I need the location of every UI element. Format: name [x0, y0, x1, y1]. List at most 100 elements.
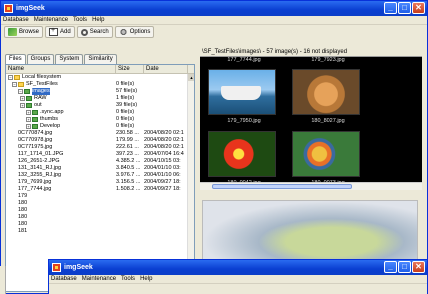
add-button[interactable]: Add [45, 26, 75, 38]
tree-row-date: 2004/07/04 16:4 [144, 151, 184, 157]
tree-row-name: − images [6, 88, 116, 95]
search-icon [80, 28, 88, 36]
cat-image [292, 69, 360, 115]
tree-row-size: 3.840.5 ... [116, 165, 141, 171]
expand-toggle-icon[interactable]: + [20, 103, 25, 108]
tree-row[interactable]: + RAW 1 file(s) [6, 95, 194, 102]
tree-row[interactable]: 131_3141_RJ.jpg 3.840.5 ... 2004/01/10 03: [6, 165, 194, 172]
tree-row[interactable]: 179_7699.jpg 3.156.5 ... 2004/09/27 18: [6, 179, 194, 186]
tree-row[interactable]: − Local filesystem [6, 74, 194, 81]
tree-row-name: + thumbs [6, 116, 116, 123]
menu-maintenance[interactable]: Maintenance [34, 17, 68, 23]
tree-row-date [144, 81, 184, 88]
menu-tools[interactable]: Tools [73, 17, 87, 23]
tree-row[interactable]: 180 [6, 214, 194, 221]
options-button[interactable]: Options [114, 26, 155, 38]
tree-row[interactable]: − SF_TestFiles 0 file(s) [6, 81, 194, 88]
expand-toggle-icon[interactable]: + [26, 117, 31, 122]
tree-row-name: + RAW [6, 95, 116, 102]
menu-database[interactable]: Database [3, 17, 29, 23]
thumb-caption-top-1: 177_7744.jpg [227, 57, 261, 63]
imgseek-app-icon [4, 4, 13, 13]
tree-row[interactable]: + .sync.app 0 file(s) [6, 109, 194, 116]
scroll-up-arrow[interactable]: ▲ [188, 74, 194, 81]
tree-row[interactable]: 0C771975.jpg 222.61 ... 2004/08/20 02:1 [6, 144, 194, 151]
tree-row-name: + Develop [6, 123, 116, 130]
tree-row[interactable]: 180 [6, 200, 194, 207]
tree-row-size: 4.385.2 ... [116, 158, 141, 164]
tab-files[interactable]: Files [5, 54, 26, 64]
search-button[interactable]: Search [76, 26, 113, 38]
tree-row[interactable]: + thumbs 0 file(s) [6, 116, 194, 123]
maximize-button[interactable]: □ [398, 2, 411, 14]
ship-image [208, 69, 276, 115]
tree-row-name: 0C770874.jpg [6, 130, 116, 137]
scroll-thumb[interactable] [212, 184, 352, 189]
tree-row-size: 1.508.2 ... [116, 186, 141, 192]
tab-system[interactable]: System [55, 54, 84, 64]
add-icon [49, 27, 59, 36]
tree-row-size: 0 file(s) [116, 123, 135, 129]
expand-toggle-icon[interactable]: − [12, 82, 17, 87]
tree-row-name: + .sync.app [6, 109, 116, 116]
expand-toggle-icon[interactable]: − [18, 89, 23, 94]
minimize-button[interactable]: _ [384, 261, 397, 273]
tree-row-label: 132_3255_RJ.jpg [18, 172, 62, 178]
expand-toggle-icon[interactable]: − [8, 75, 13, 80]
expand-toggle-icon[interactable]: + [26, 110, 31, 115]
tab-groups[interactable]: Groups [26, 54, 55, 64]
thumbnail-2[interactable]: 180_8027.jpg [288, 65, 368, 124]
tree-row-date: 2004/08/20 02:1 [144, 137, 184, 143]
tree-row[interactable]: + Develop 0 file(s) [6, 123, 194, 130]
tree-row-size: 397.23 ... [116, 151, 139, 157]
tree-rows: − Local filesystem − SF_TestFiles 0 file(s) −… [6, 74, 194, 235]
tree-row[interactable]: 126_2651-2.JPG 4.385.2 ... 2004/10/15 03: [6, 158, 194, 165]
tree-row[interactable]: 0C770874.jpg 230.58 ... 2004/08/20 02:1 [6, 130, 194, 137]
tab-similarity[interactable]: Similarity [84, 54, 117, 64]
tree-header: Name Size Date [6, 65, 194, 74]
menu-help[interactable]: Help [92, 17, 104, 23]
tree-row[interactable]: 117_1714_01.JPG 397.23 ... 2004/07/04 16:4 [6, 151, 194, 158]
tree-row[interactable]: + out 39 file(s) [6, 102, 194, 109]
expand-toggle-icon[interactable]: + [20, 96, 25, 101]
tree-row-date [144, 88, 184, 95]
flower-image [208, 131, 276, 177]
tree-row[interactable]: 181 [6, 228, 194, 235]
tree-row-size: 39 file(s) [116, 102, 138, 108]
maximize-button[interactable]: □ [398, 261, 411, 273]
column-size[interactable]: Size [116, 65, 144, 73]
tree-row-label: .sync.app [40, 109, 64, 115]
thumbnail-1[interactable]: 179_7950.jpg [204, 65, 284, 124]
tree-row[interactable]: − images 57 file(s) [6, 88, 194, 95]
file-tree: Name Size Date − Local filesystem − SF_Test… [5, 64, 195, 292]
browse-button[interactable]: Browse [4, 26, 44, 38]
tree-row[interactable]: 180 [6, 207, 194, 214]
column-date[interactable]: Date [144, 65, 188, 73]
tree-row[interactable]: 180 [6, 221, 194, 228]
tree-row-size: 57 file(s) [116, 88, 138, 94]
menu-help[interactable]: Help [140, 276, 152, 282]
search-title-bar[interactable]: imgSeek _ □ ✕ [49, 260, 427, 275]
tree-row[interactable]: 132_3255_RJ.jpg 3.976.7 ... 2004/01/10 06: [6, 172, 194, 179]
thumbnail-scrollbar[interactable] [200, 182, 422, 190]
tree-row[interactable]: 0C770978.jpg 179.99 ... 2004/08/20 02:1 [6, 137, 194, 144]
menu-database[interactable]: Database [51, 276, 77, 282]
tree-row-name: 132_3255_RJ.jpg [6, 172, 116, 179]
menu-tools[interactable]: Tools [121, 276, 135, 282]
tree-row-label: 0C770978.jpg [18, 137, 53, 143]
tree-row-name: 117_1714_01.JPG [6, 151, 116, 158]
main-title-bar[interactable]: imgSeek _ □ ✕ [1, 1, 427, 16]
column-name[interactable]: Name [6, 65, 116, 73]
tree-row[interactable]: 177_7744.jpg 1.508.2 ... 2004/09/27 18: [6, 186, 194, 193]
minimize-button[interactable]: _ [384, 2, 397, 14]
tree-row[interactable]: 179 [6, 193, 194, 200]
thumbnail-4[interactable]: 180_0073.jpg [288, 127, 368, 186]
expand-toggle-icon[interactable]: + [26, 124, 31, 129]
close-button[interactable]: ✕ [412, 2, 425, 14]
browse-label: Browse [19, 29, 40, 35]
folder-icon [26, 96, 32, 101]
menu-maintenance[interactable]: Maintenance [82, 276, 116, 282]
thumbnail-3[interactable]: 180_0042.jpg [204, 127, 284, 186]
close-button[interactable]: ✕ [412, 261, 425, 273]
tree-row-label: out [34, 102, 42, 108]
